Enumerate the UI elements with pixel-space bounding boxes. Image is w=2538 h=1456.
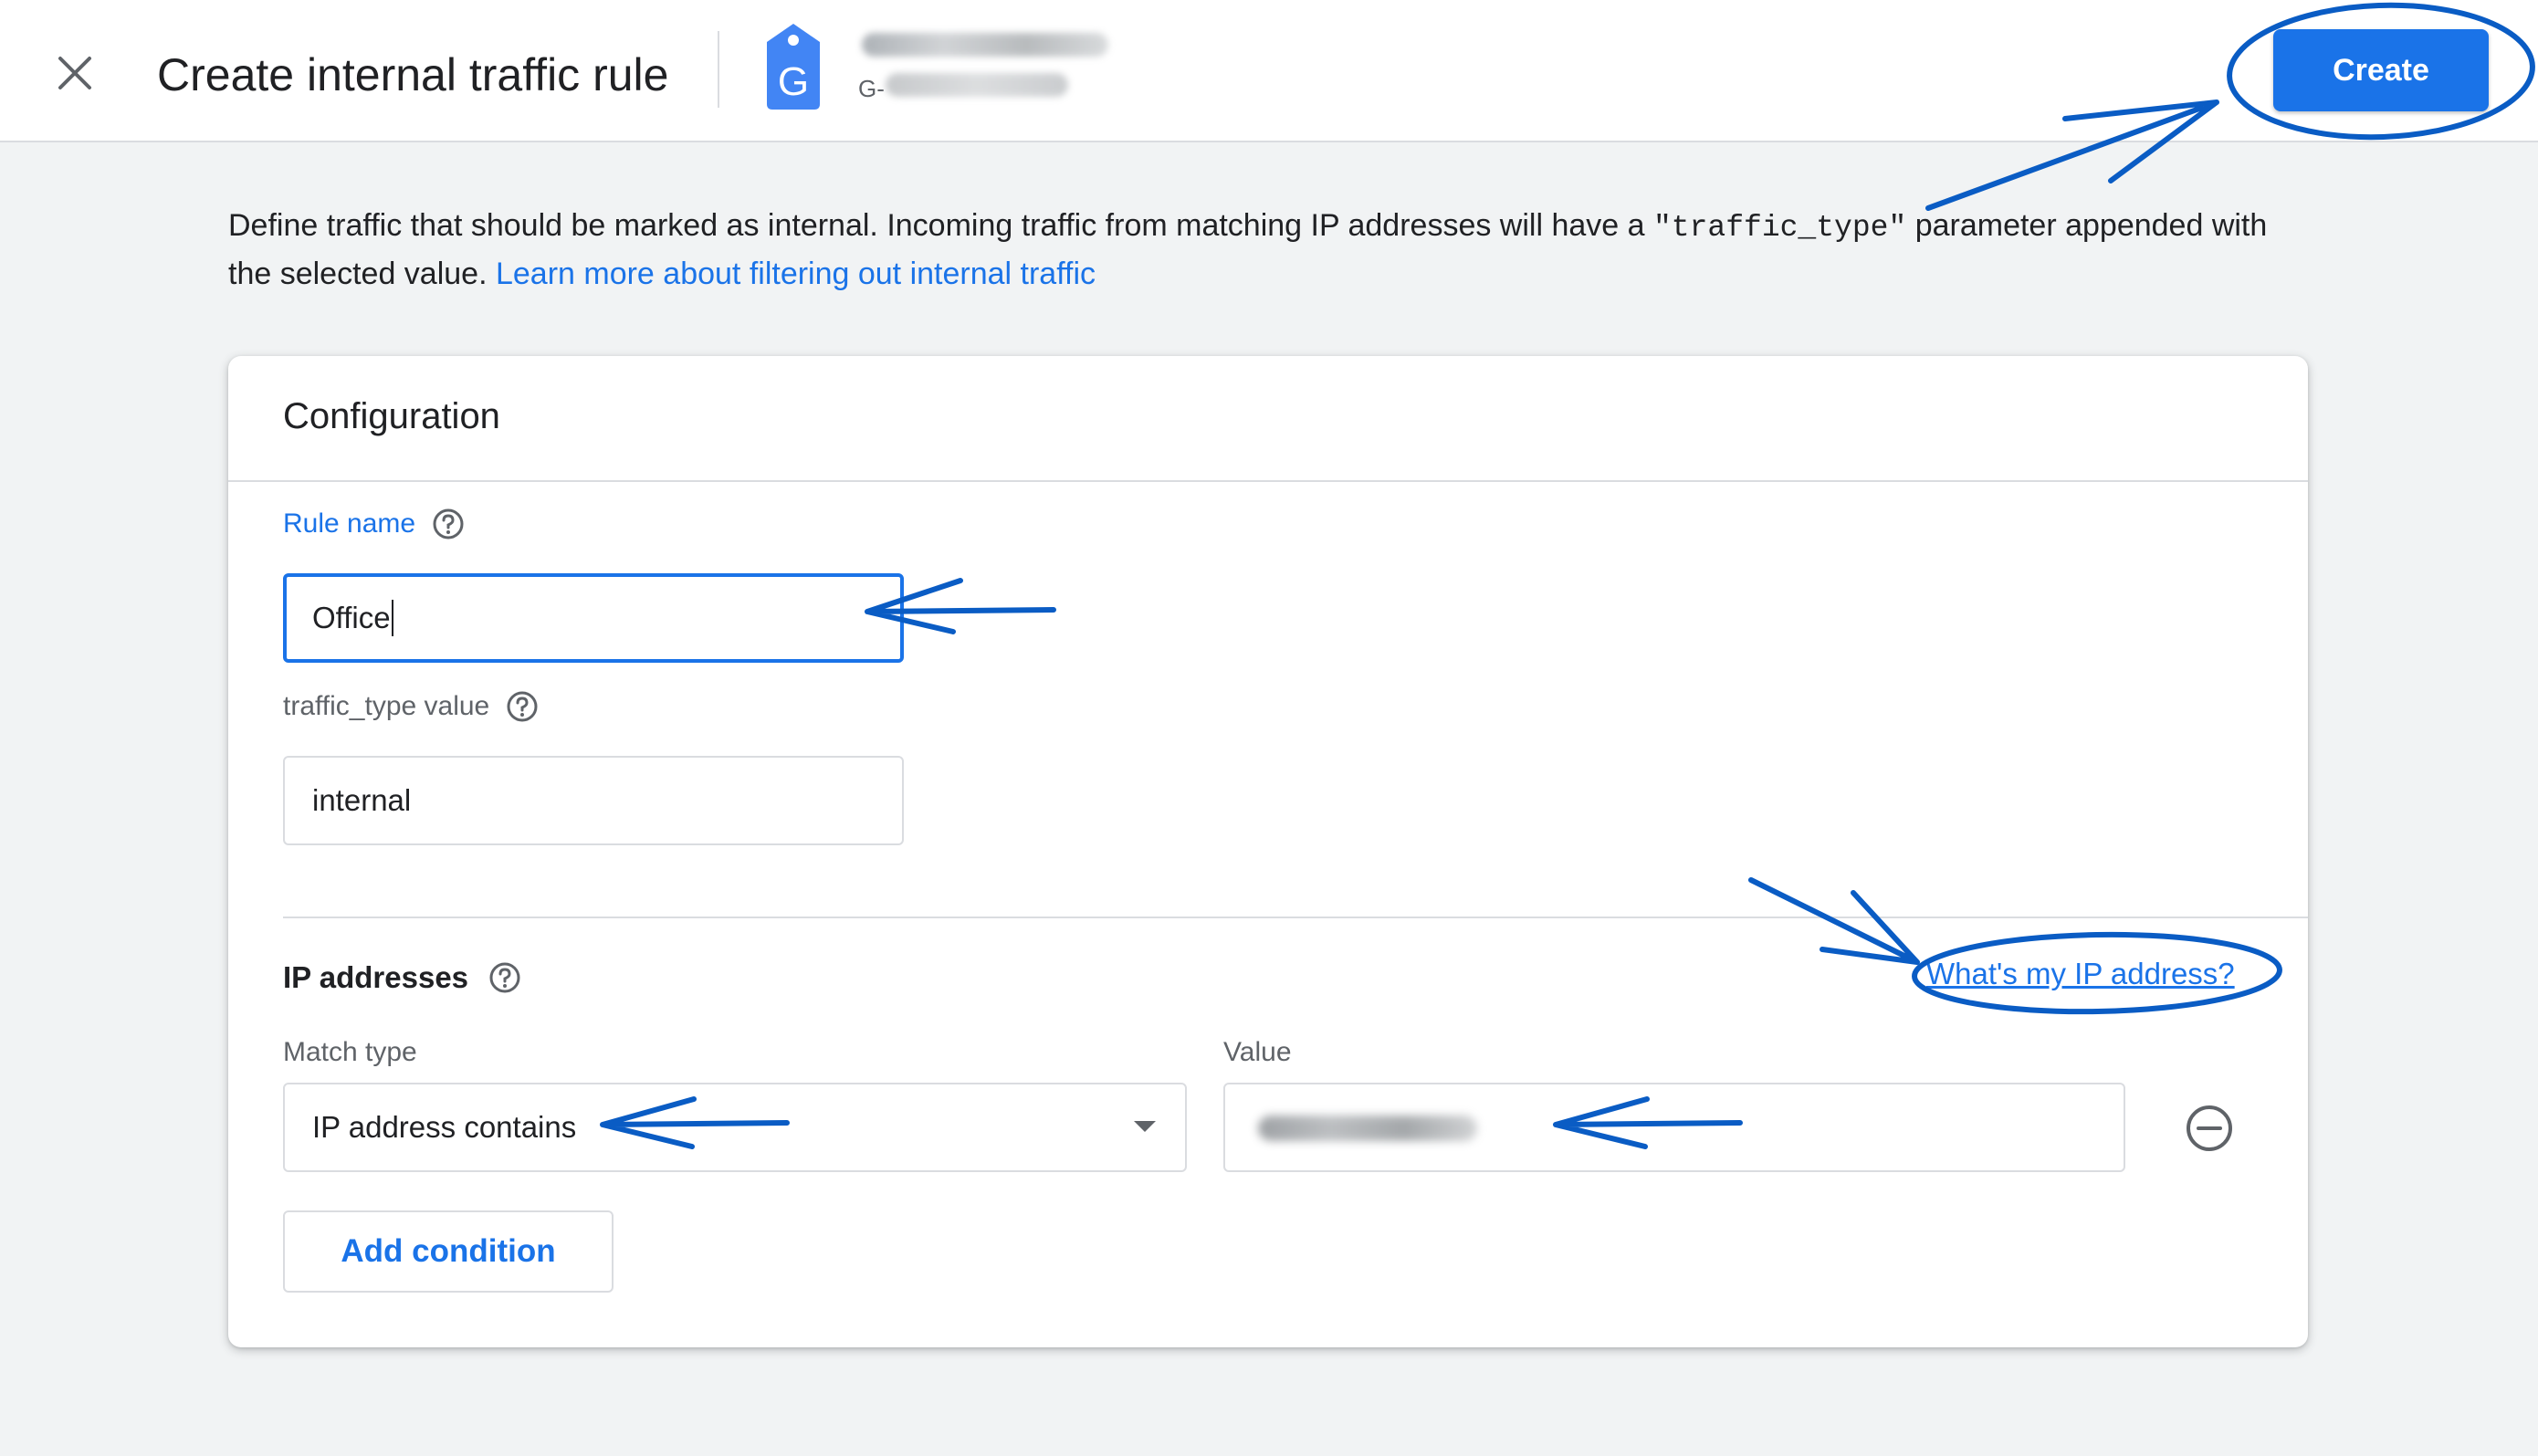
- description-text: Define traffic that should be marked as …: [228, 208, 1653, 243]
- ip-addresses-heading: IP addresses: [283, 960, 521, 995]
- ip-value-redacted: [1258, 1116, 1477, 1141]
- dropdown-arrow-icon: [1134, 1121, 1156, 1132]
- create-button[interactable]: Create: [2273, 29, 2489, 111]
- traffic-type-input[interactable]: internal: [283, 756, 904, 845]
- whats-my-ip-link[interactable]: What's my IP address?: [1926, 957, 2235, 991]
- help-icon[interactable]: [506, 690, 539, 723]
- close-button[interactable]: [46, 44, 104, 102]
- configuration-card: Configuration Rule name Office traffic_t…: [228, 356, 2308, 1347]
- help-icon[interactable]: [488, 961, 521, 994]
- close-icon: [58, 57, 91, 89]
- property-id-redacted: [886, 73, 1068, 97]
- ip-addresses-title: IP addresses: [283, 960, 469, 994]
- title-divider: [718, 31, 719, 108]
- property-name-redacted: [862, 33, 1108, 57]
- remove-circle-icon[interactable]: [2184, 1103, 2235, 1154]
- text-caret: [391, 600, 393, 636]
- svg-text:G: G: [778, 59, 809, 104]
- traffic-type-label: traffic_type value: [283, 690, 539, 723]
- add-condition-button[interactable]: Add condition: [283, 1210, 614, 1293]
- section-divider: [283, 917, 2308, 918]
- page-title: Create internal traffic rule: [157, 49, 669, 100]
- card-header: Configuration: [228, 356, 2308, 482]
- rule-name-label-text: Rule name: [283, 508, 416, 539]
- traffic-type-label-text: traffic_type value: [283, 691, 490, 721]
- match-type-select[interactable]: IP address contains: [283, 1083, 1187, 1172]
- value-label: Value: [1223, 1037, 1292, 1067]
- ip-value-input[interactable]: [1223, 1083, 2125, 1172]
- traffic-type-value: internal: [312, 783, 412, 817]
- rule-name-input[interactable]: Office: [283, 573, 904, 663]
- property-id-prefix: G-: [858, 75, 885, 102]
- tag-icon: G: [767, 24, 820, 110]
- learn-more-link[interactable]: Learn more about filtering out internal …: [496, 257, 1096, 291]
- rule-name-label: Rule name: [283, 508, 465, 540]
- description: Define traffic that should be marked as …: [228, 203, 2282, 298]
- help-icon[interactable]: [432, 508, 465, 540]
- traffic-type-code: "traffic_type": [1653, 211, 1907, 245]
- match-type-label: Match type: [283, 1037, 417, 1067]
- match-type-value: IP address contains: [312, 1110, 577, 1144]
- rule-name-value: Office: [312, 601, 391, 634]
- top-bar: Create internal traffic rule G G- Create: [0, 0, 2538, 142]
- card-title: Configuration: [283, 396, 500, 436]
